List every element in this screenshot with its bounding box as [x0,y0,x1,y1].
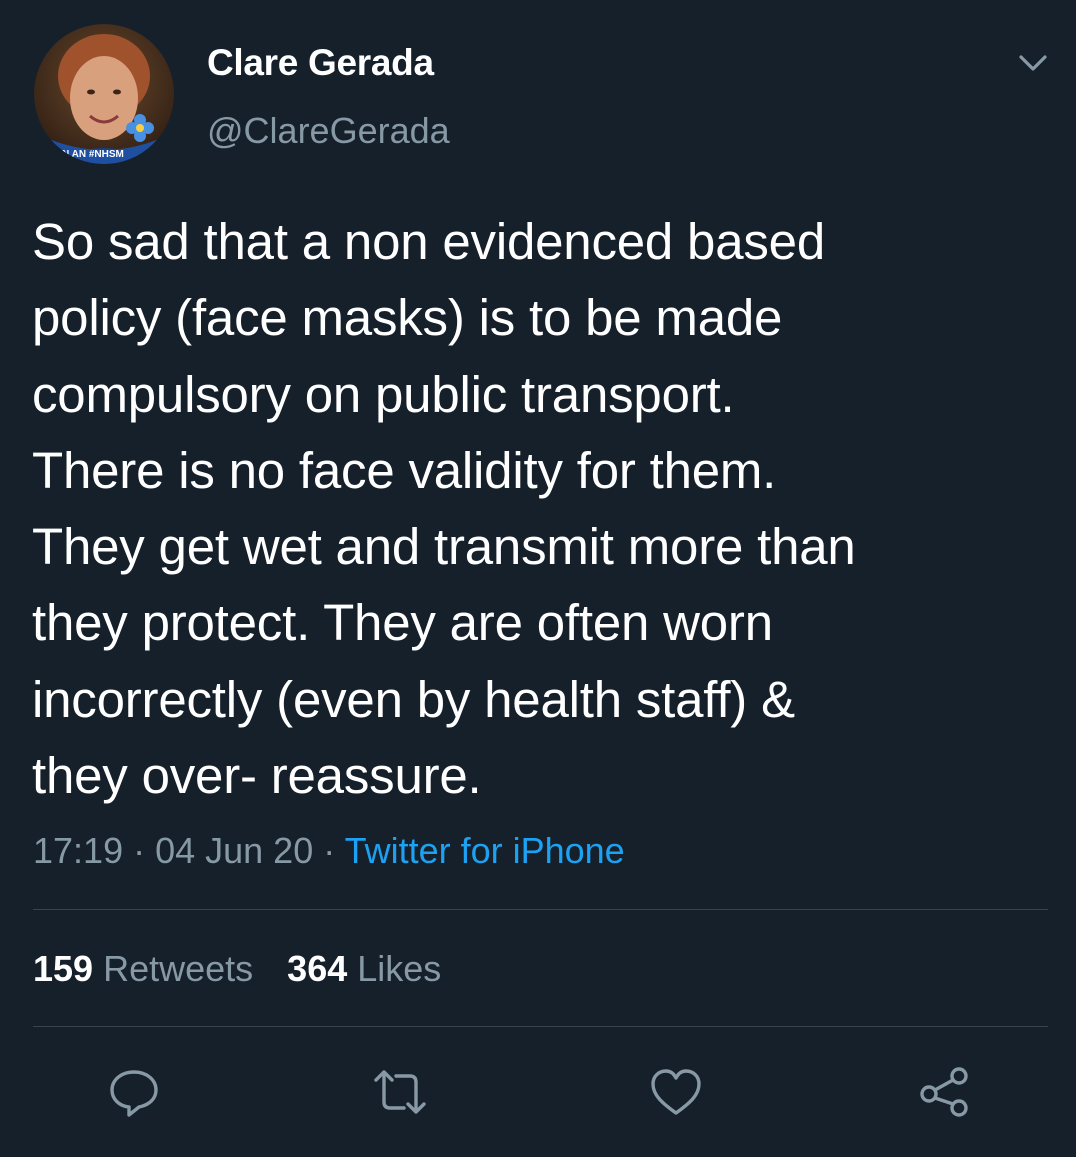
tweet-text-line: they over- reassure. [32,747,482,805]
tweet-source-link[interactable]: Twitter for iPhone [345,830,625,871]
meta-separator: · [123,830,156,871]
retweet-button[interactable] [372,1064,428,1120]
likes-stat[interactable]: 364 Likes [287,948,441,989]
tweet-text-line: So sad that a non evidenced based [32,213,826,270]
heart-icon [651,1069,701,1115]
tweet-stats: 159 Retweets 364 Likes [33,946,441,992]
retweets-label: Retweets [103,948,254,989]
tweet-text: So sad that a non evidenced based policy… [32,204,1042,814]
likes-count: 364 [287,948,348,989]
retweets-stat[interactable]: 159 Retweets [33,948,253,989]
likes-label: Likes [357,948,442,989]
retweet-icon [374,1070,426,1114]
avatar-banner-text: N AN #NHSM [62,149,124,160]
meta-separator: · [313,830,345,871]
tweet-meta: 17:19 · 04 Jun 20 · Twitter for iPhone [33,828,625,874]
tweet-text-line: policy (face masks) is to be made [32,289,783,347]
reply-icon [110,1070,158,1117]
like-button[interactable] [648,1064,704,1120]
avatar[interactable]: N AN #NHSM [34,24,174,164]
tweet-time[interactable]: 17:19 [33,830,123,871]
avatar-photo: N AN #NHSM [34,24,174,164]
retweets-count: 159 [33,948,94,989]
divider [33,1026,1048,1027]
display-name[interactable]: Clare Gerada [207,40,434,86]
divider [33,909,1048,910]
more-options-button[interactable] [1016,50,1050,76]
tweet-text-line: They get wet and transmit more than [32,518,856,576]
share-button[interactable] [917,1064,973,1120]
tweet-text-line: incorrectly (even by health staff) & [32,670,795,728]
tweet-date[interactable]: 04 Jun 20 [155,830,313,871]
share-icon [920,1067,968,1117]
reply-button[interactable] [106,1064,162,1120]
tweet-text-line: they protect. They are often worn [32,594,773,652]
chevron-down-icon [1019,55,1047,71]
user-handle[interactable]: @ClareGerada [207,108,450,154]
tweet-text-line: compulsory on public transport. [32,365,735,423]
tweet-text-line: There is no face validity for them. [32,441,777,499]
